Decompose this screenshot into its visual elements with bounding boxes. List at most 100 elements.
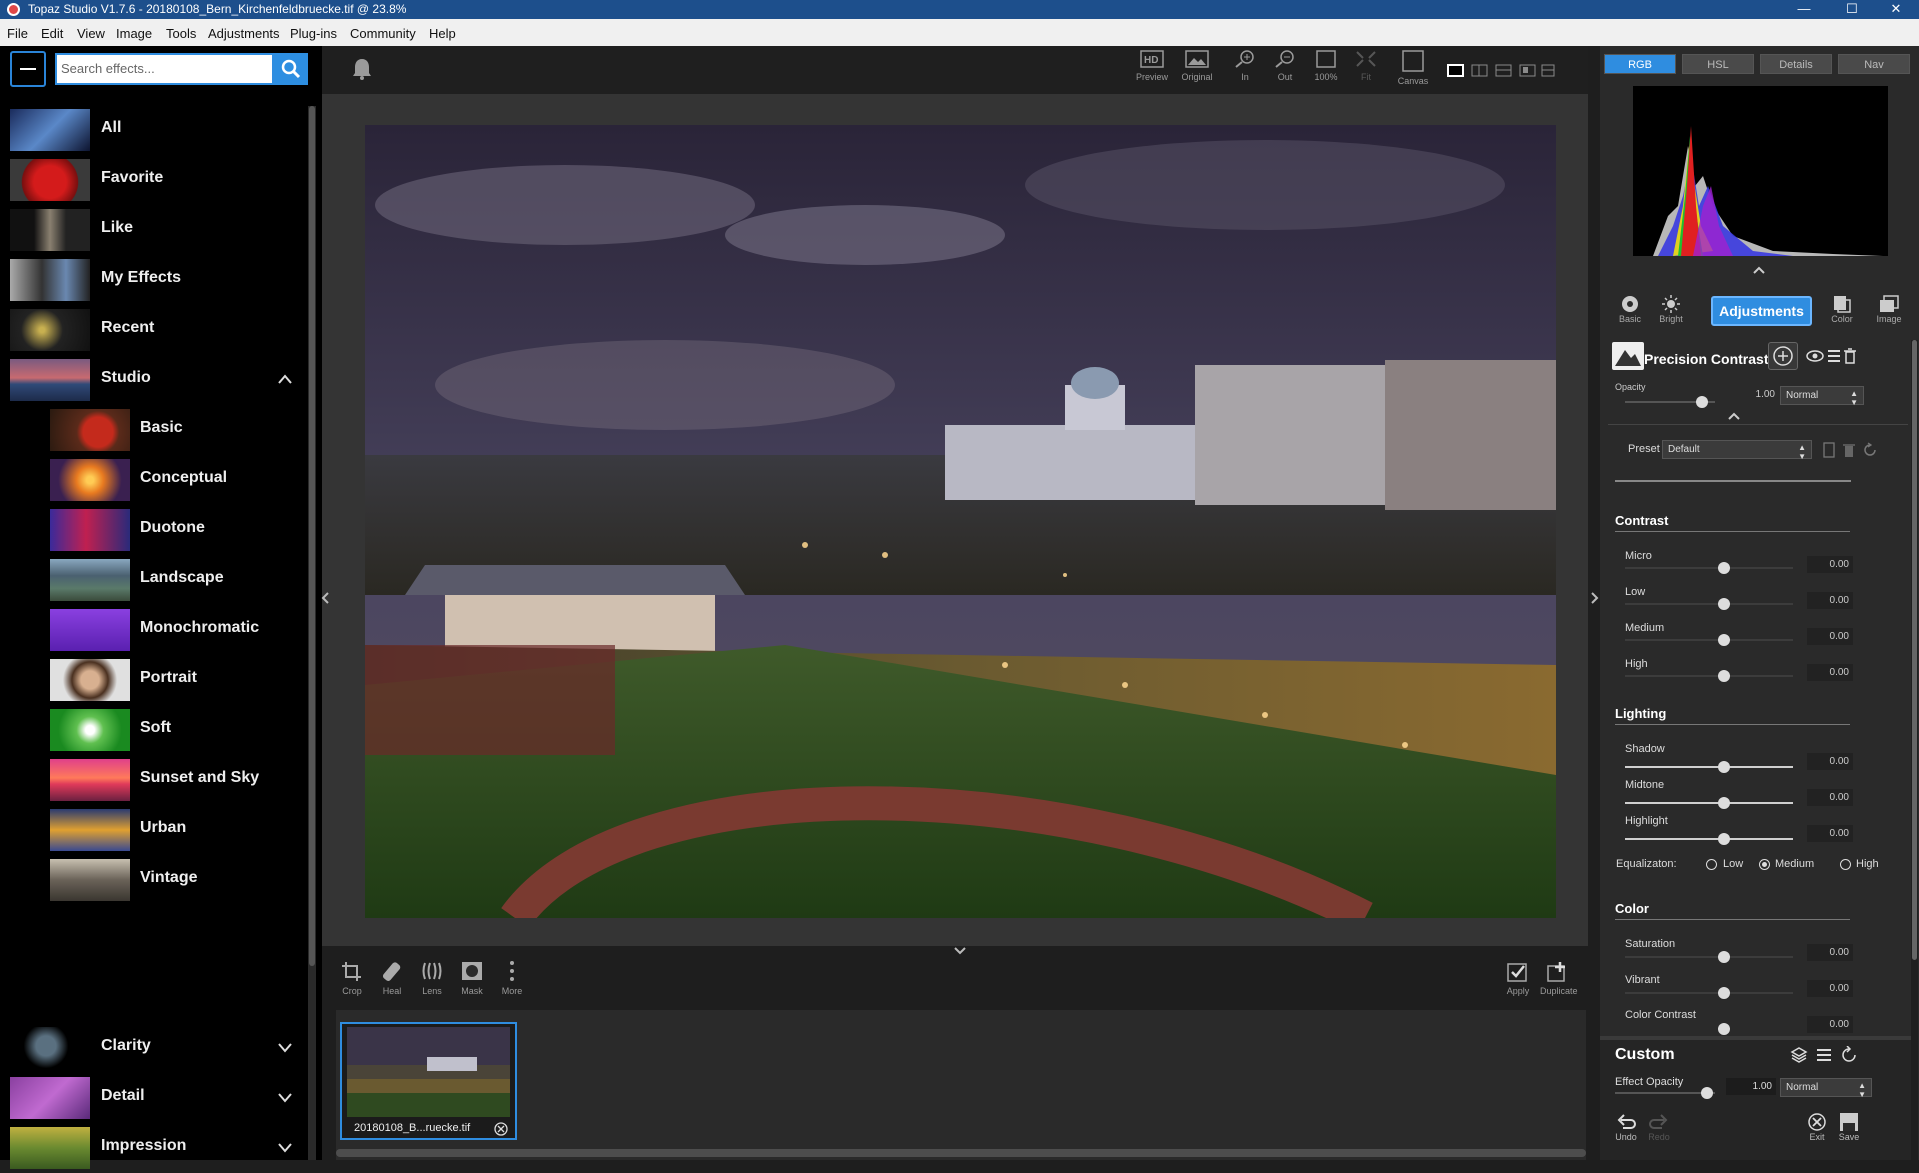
menu-adjustments[interactable]: Adjustments bbox=[208, 26, 280, 41]
equalization-medium-radio[interactable] bbox=[1759, 859, 1770, 870]
highlight-slider-track[interactable] bbox=[1625, 838, 1793, 840]
saturation-slider-knob[interactable] bbox=[1718, 951, 1730, 963]
medium-slider-knob[interactable] bbox=[1718, 634, 1730, 646]
save-button[interactable]: Save bbox=[1836, 1112, 1862, 1142]
equalization-low-radio[interactable] bbox=[1706, 859, 1717, 870]
mask-button[interactable]: Mask bbox=[454, 960, 490, 996]
micro-slider-knob[interactable] bbox=[1718, 562, 1730, 574]
chevron-up-icon[interactable] bbox=[1728, 412, 1740, 420]
collapse-filmstrip-icon[interactable] bbox=[954, 946, 966, 956]
delete-preset-icon[interactable] bbox=[1842, 442, 1856, 458]
zoom-out-button[interactable]: Out bbox=[1267, 50, 1303, 82]
tab-nav[interactable]: Nav bbox=[1838, 54, 1910, 74]
filmstrip-scrollbar[interactable] bbox=[336, 1149, 1586, 1157]
effects-scrollbar[interactable] bbox=[308, 106, 316, 1160]
layers-icon[interactable] bbox=[1790, 1046, 1808, 1064]
section-color[interactable]: Color bbox=[1615, 901, 1649, 916]
subcategory-vintage[interactable]: Vintage bbox=[0, 855, 300, 905]
save-preset-icon[interactable] bbox=[1822, 442, 1836, 458]
color-contrast-value[interactable]: 0.00 bbox=[1807, 1016, 1853, 1033]
original-button[interactable]: Original bbox=[1179, 50, 1215, 82]
reset-icon[interactable] bbox=[1840, 1046, 1858, 1064]
chevron-down-icon[interactable] bbox=[278, 1040, 292, 1054]
menu-file[interactable]: File bbox=[7, 26, 28, 41]
exit-button[interactable]: Exit bbox=[1804, 1112, 1830, 1142]
opacity-slider-knob[interactable] bbox=[1696, 396, 1708, 408]
midtone-slider-track[interactable] bbox=[1625, 802, 1793, 804]
category-all[interactable]: All bbox=[0, 105, 300, 155]
preview-button[interactable]: HD Preview bbox=[1134, 50, 1170, 82]
zoom-in-button[interactable]: In bbox=[1227, 50, 1263, 82]
collapse-all-button[interactable] bbox=[10, 51, 46, 87]
crop-button[interactable]: Crop bbox=[334, 960, 370, 996]
fit-button[interactable]: Fit bbox=[1348, 50, 1384, 82]
equalization-high-radio[interactable] bbox=[1840, 859, 1851, 870]
low-value[interactable]: 0.00 bbox=[1807, 592, 1853, 609]
menu-plugins[interactable]: Plug-ins bbox=[290, 26, 337, 41]
subcategory-landscape[interactable]: Landscape bbox=[0, 555, 300, 605]
subcategory-portrait[interactable]: Portrait bbox=[0, 655, 300, 705]
search-input[interactable]: Search effects... bbox=[55, 53, 274, 85]
category-recent[interactable]: Recent bbox=[0, 305, 300, 355]
highlight-value[interactable]: 0.00 bbox=[1807, 825, 1853, 842]
menu-tools[interactable]: Tools bbox=[166, 26, 196, 41]
zoom-100-button[interactable]: 100% bbox=[1308, 50, 1344, 82]
subcategory-soft[interactable]: Soft bbox=[0, 705, 300, 755]
more-button[interactable]: More bbox=[494, 960, 530, 996]
menu-community[interactable]: Community bbox=[350, 26, 416, 41]
menu-lines-icon[interactable] bbox=[1815, 1046, 1833, 1064]
vibrant-value[interactable]: 0.00 bbox=[1807, 980, 1853, 997]
category-detail[interactable]: Detail bbox=[0, 1073, 300, 1123]
micro-slider-track[interactable] bbox=[1625, 567, 1793, 569]
bell-icon[interactable] bbox=[350, 56, 374, 82]
effect-opacity-slider-track[interactable] bbox=[1615, 1092, 1715, 1094]
close-button[interactable]: ✕ bbox=[1873, 0, 1919, 19]
category-studio[interactable]: Studio bbox=[0, 355, 300, 405]
shadow-slider-track[interactable] bbox=[1625, 766, 1793, 768]
menu-help[interactable]: Help bbox=[429, 26, 456, 41]
search-button[interactable] bbox=[274, 53, 308, 85]
opacity-value[interactable]: 1.00 bbox=[1735, 389, 1775, 400]
effect-blend-mode-select[interactable]: Normal ▲ ▼ bbox=[1780, 1078, 1872, 1099]
blend-mode-select[interactable]: Normal ▲ ▼ bbox=[1780, 386, 1864, 407]
subcategory-basic[interactable]: Basic bbox=[0, 405, 300, 455]
mode-adjustments-button[interactable]: Adjustments bbox=[1711, 296, 1812, 326]
category-my-effects[interactable]: My Effects bbox=[0, 255, 300, 305]
chevron-down-icon[interactable] bbox=[278, 1140, 292, 1154]
highlight-slider-knob[interactable] bbox=[1718, 833, 1730, 845]
mode-basic[interactable]: Basic bbox=[1610, 294, 1650, 324]
tab-hsl[interactable]: HSL bbox=[1682, 54, 1754, 74]
menu-image[interactable]: Image bbox=[116, 26, 152, 41]
category-clarity[interactable]: Clarity bbox=[0, 1023, 300, 1073]
menu-view[interactable]: View bbox=[77, 26, 105, 41]
category-impression[interactable]: Impression bbox=[0, 1123, 300, 1173]
high-slider-track[interactable] bbox=[1625, 675, 1793, 677]
section-lighting[interactable]: Lighting bbox=[1615, 706, 1666, 721]
midtone-slider-knob[interactable] bbox=[1718, 797, 1730, 809]
apply-button[interactable]: Apply bbox=[1500, 960, 1536, 996]
medium-value[interactable]: 0.00 bbox=[1807, 628, 1853, 645]
adjustments-scrollbar[interactable] bbox=[1911, 340, 1918, 1160]
subcategory-duotone[interactable]: Duotone bbox=[0, 505, 300, 555]
add-filter-button[interactable] bbox=[1768, 342, 1798, 370]
shadow-slider-knob[interactable] bbox=[1718, 761, 1730, 773]
micro-value[interactable]: 0.00 bbox=[1807, 556, 1853, 573]
low-slider-knob[interactable] bbox=[1718, 598, 1730, 610]
collapse-right-panel-icon[interactable] bbox=[1589, 592, 1599, 604]
maximize-button[interactable]: ☐ bbox=[1829, 0, 1875, 19]
subcategory-urban[interactable]: Urban bbox=[0, 805, 300, 855]
vibrant-slider-track[interactable] bbox=[1625, 992, 1793, 994]
lens-button[interactable]: Lens bbox=[414, 960, 450, 996]
layout-mode-icons[interactable] bbox=[1446, 62, 1556, 80]
mode-bright[interactable]: Bright bbox=[1651, 294, 1691, 324]
shadow-value[interactable]: 0.00 bbox=[1807, 753, 1853, 770]
redo-button[interactable]: Redo bbox=[1646, 1112, 1672, 1142]
duplicate-button[interactable]: Duplicate bbox=[1540, 960, 1578, 996]
heal-button[interactable]: Heal bbox=[374, 960, 410, 996]
remove-image-icon[interactable] bbox=[494, 1122, 508, 1136]
reset-icon[interactable] bbox=[1862, 442, 1878, 458]
canvas-button[interactable]: Canvas bbox=[1395, 50, 1431, 86]
low-slider-track[interactable] bbox=[1625, 603, 1793, 605]
category-favorite[interactable]: Favorite bbox=[0, 155, 300, 205]
category-like[interactable]: Like bbox=[0, 205, 300, 255]
